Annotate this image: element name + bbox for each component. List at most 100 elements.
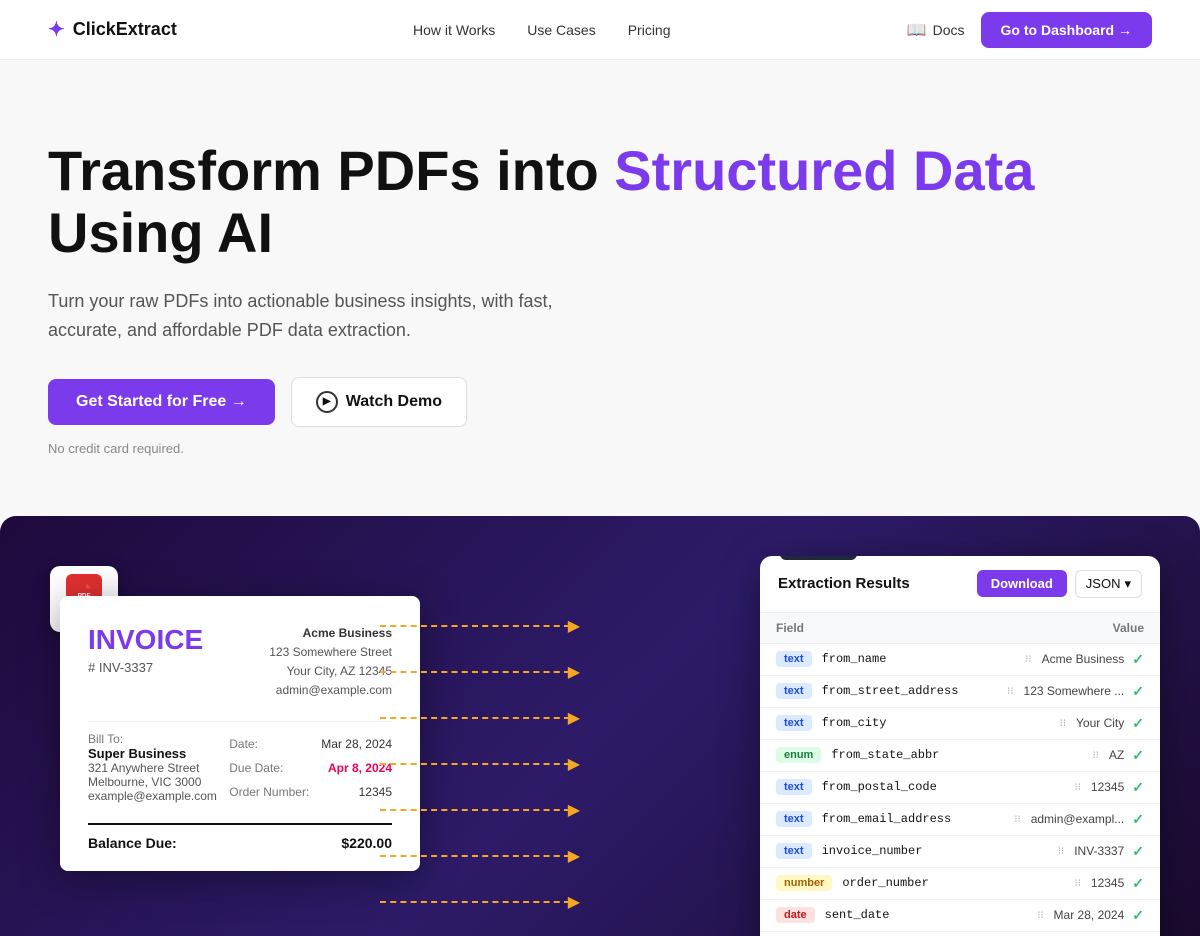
navbar-right: 📖 Docs Go to Dashboard → [907, 12, 1152, 48]
results-actions: Download JSON ▾ [977, 570, 1142, 598]
docs-link[interactable]: 📖 Docs [907, 20, 965, 40]
watch-demo-button[interactable]: ▶ Watch Demo [291, 377, 467, 427]
check-icon: ✓ [1132, 843, 1144, 860]
docs-label: Docs [933, 22, 965, 38]
hero-title-accent: Structured Data [614, 139, 1034, 202]
get-started-button[interactable]: Get Started for Free → [48, 379, 275, 425]
type-badge: text [776, 779, 812, 795]
table-row: text invoice_number ⁝⁝ INV-3337 ✓ [760, 835, 1160, 867]
arrows-container: ▶ ▶ ▶ ▶ ▶ ▶ ▶ ▶ ▶ ▶ [380, 616, 580, 936]
value-icon: ⁝⁝ [1007, 686, 1013, 697]
invoice-details: Date: Due Date: Order Number: Mar 28, 20… [229, 732, 392, 804]
value-text: Your City [1076, 716, 1124, 730]
value-text: admin@exampl... [1031, 812, 1125, 826]
order-label: Order Number: [229, 780, 309, 804]
pdf-document: INVOICE # INV-3337 Acme Business 123 Som… [60, 596, 420, 871]
demo-section: PDF PDF INVOICE # INV-3337 Acme Business… [0, 516, 1200, 936]
watch-demo-label: Watch Demo [346, 393, 442, 411]
field-name: order_number [842, 876, 928, 890]
col-field: Field [760, 613, 984, 644]
results-title: Extraction Results [778, 575, 910, 592]
arrow-4: ▶ [380, 754, 580, 774]
results-table: Field Value text from_name ⁝⁝ Acme Busin… [760, 613, 1160, 936]
table-row: text from_street_address ⁝⁝ 123 Somewher… [760, 675, 1160, 707]
bill-to-address: 321 Anywhere Street [88, 761, 217, 775]
dashboard-button[interactable]: Go to Dashboard → [981, 12, 1152, 48]
value-icon: ⁝⁝ [1075, 878, 1081, 889]
table-row: date sent_date ⁝⁝ Mar 28, 2024 ✓ [760, 899, 1160, 931]
navbar: ✦ ClickExtract How it Works Use Cases Pr… [0, 0, 1200, 60]
field-name: from_name [822, 652, 887, 666]
field-name: from_postal_code [822, 780, 937, 794]
arrow-5: ▶ [380, 800, 580, 820]
value-icon: ⁝⁝ [1058, 846, 1064, 857]
value-icon: ⁝⁝ [1060, 718, 1066, 729]
check-icon: ✓ [1132, 875, 1144, 892]
field-name: from_city [822, 716, 887, 730]
hero-buttons: Get Started for Free → ▶ Watch Demo [48, 377, 1152, 427]
balance-row: Balance Due: $220.00 [88, 823, 392, 851]
hero-title-part2: Using AI [48, 201, 273, 264]
table-row: text from_city ⁝⁝ Your City ✓ [760, 707, 1160, 739]
company-email: admin@example.com [269, 681, 392, 700]
nav-use-cases[interactable]: Use Cases [527, 22, 595, 38]
date-label: Date: [229, 732, 309, 756]
hero-section: Transform PDFs into Structured Data Usin… [0, 60, 1200, 496]
value-text: INV-3337 [1074, 844, 1124, 858]
format-value: JSON [1086, 576, 1121, 591]
company-info: Acme Business 123 Somewhere Street Your … [269, 624, 392, 701]
balance-label: Balance Due: [88, 835, 177, 851]
check-icon: ✓ [1132, 811, 1144, 828]
arrow-3: ▶ [380, 708, 580, 728]
table-row: text from_email_address ⁝⁝ admin@exampl.… [760, 803, 1160, 835]
value-icon: ⁝⁝ [1014, 814, 1020, 825]
check-icon: ✓ [1132, 779, 1144, 796]
table-row: date due_date ⁝⁝ Apr 8, 2024 ✓ [760, 931, 1160, 936]
hero-subtitle: Turn your raw PDFs into actionable busin… [48, 287, 568, 345]
no-credit-note: No credit card required. [48, 441, 1152, 456]
invoice-number: # INV-3337 [88, 660, 203, 675]
download-button[interactable]: Download [977, 570, 1067, 597]
value-icon: ⁝⁝ [1075, 782, 1081, 793]
logo-text: ClickExtract [73, 19, 177, 40]
invoice-title: INVOICE [88, 624, 203, 656]
value-text: 12345 [1091, 876, 1124, 890]
value-text: Acme Business [1042, 652, 1125, 666]
pdf-wrapper: PDF PDF INVOICE # INV-3337 Acme Business… [60, 596, 420, 871]
value-text: 123 Somewhere ... [1024, 684, 1125, 698]
type-badge: text [776, 715, 812, 731]
type-badge: text [776, 683, 812, 699]
format-select[interactable]: JSON ▾ [1075, 570, 1142, 598]
hero-title: Transform PDFs into Structured Data Usin… [48, 140, 1152, 263]
field-name: sent_date [825, 908, 890, 922]
type-badge: text [776, 651, 812, 667]
value-text: Mar 28, 2024 [1054, 908, 1125, 922]
nav-pricing[interactable]: Pricing [628, 22, 671, 38]
company-address: 123 Somewhere Street [269, 643, 392, 662]
play-icon: ▶ [316, 391, 338, 413]
bill-to-city: Melbourne, VIC 3000 [88, 775, 217, 789]
invoice-header: INVOICE # INV-3337 Acme Business 123 Som… [88, 624, 392, 701]
logo[interactable]: ✦ ClickExtract [48, 17, 177, 42]
field-name: from_email_address [822, 812, 952, 826]
table-row: enum from_state_abbr ⁝⁝ AZ ✓ [760, 739, 1160, 771]
type-badge: enum [776, 747, 821, 763]
hero-title-part1: Transform PDFs into [48, 139, 614, 202]
table-row: text from_postal_code ⁝⁝ 12345 ✓ [760, 771, 1160, 803]
type-badge: text [776, 811, 812, 827]
company-name: Acme Business [269, 624, 392, 643]
value-icon: ⁝⁝ [1037, 910, 1043, 921]
bill-to-email: example@example.com [88, 789, 217, 803]
col-value: Value [984, 613, 1160, 644]
nav-links: How it Works Use Cases Pricing [413, 22, 670, 38]
arrow-1: ▶ [380, 616, 580, 636]
value-text: 12345 [1091, 780, 1124, 794]
field-name: invoice_number [822, 844, 923, 858]
bill-to-name: Super Business [88, 746, 217, 761]
check-icon: ✓ [1132, 907, 1144, 924]
table-header-row: Field Value [760, 613, 1160, 644]
type-badge: number [776, 875, 832, 891]
bill-to-label: Bill To: [88, 732, 217, 746]
company-city: Your City, AZ 12345 [269, 662, 392, 681]
nav-how-it-works[interactable]: How it Works [413, 22, 495, 38]
